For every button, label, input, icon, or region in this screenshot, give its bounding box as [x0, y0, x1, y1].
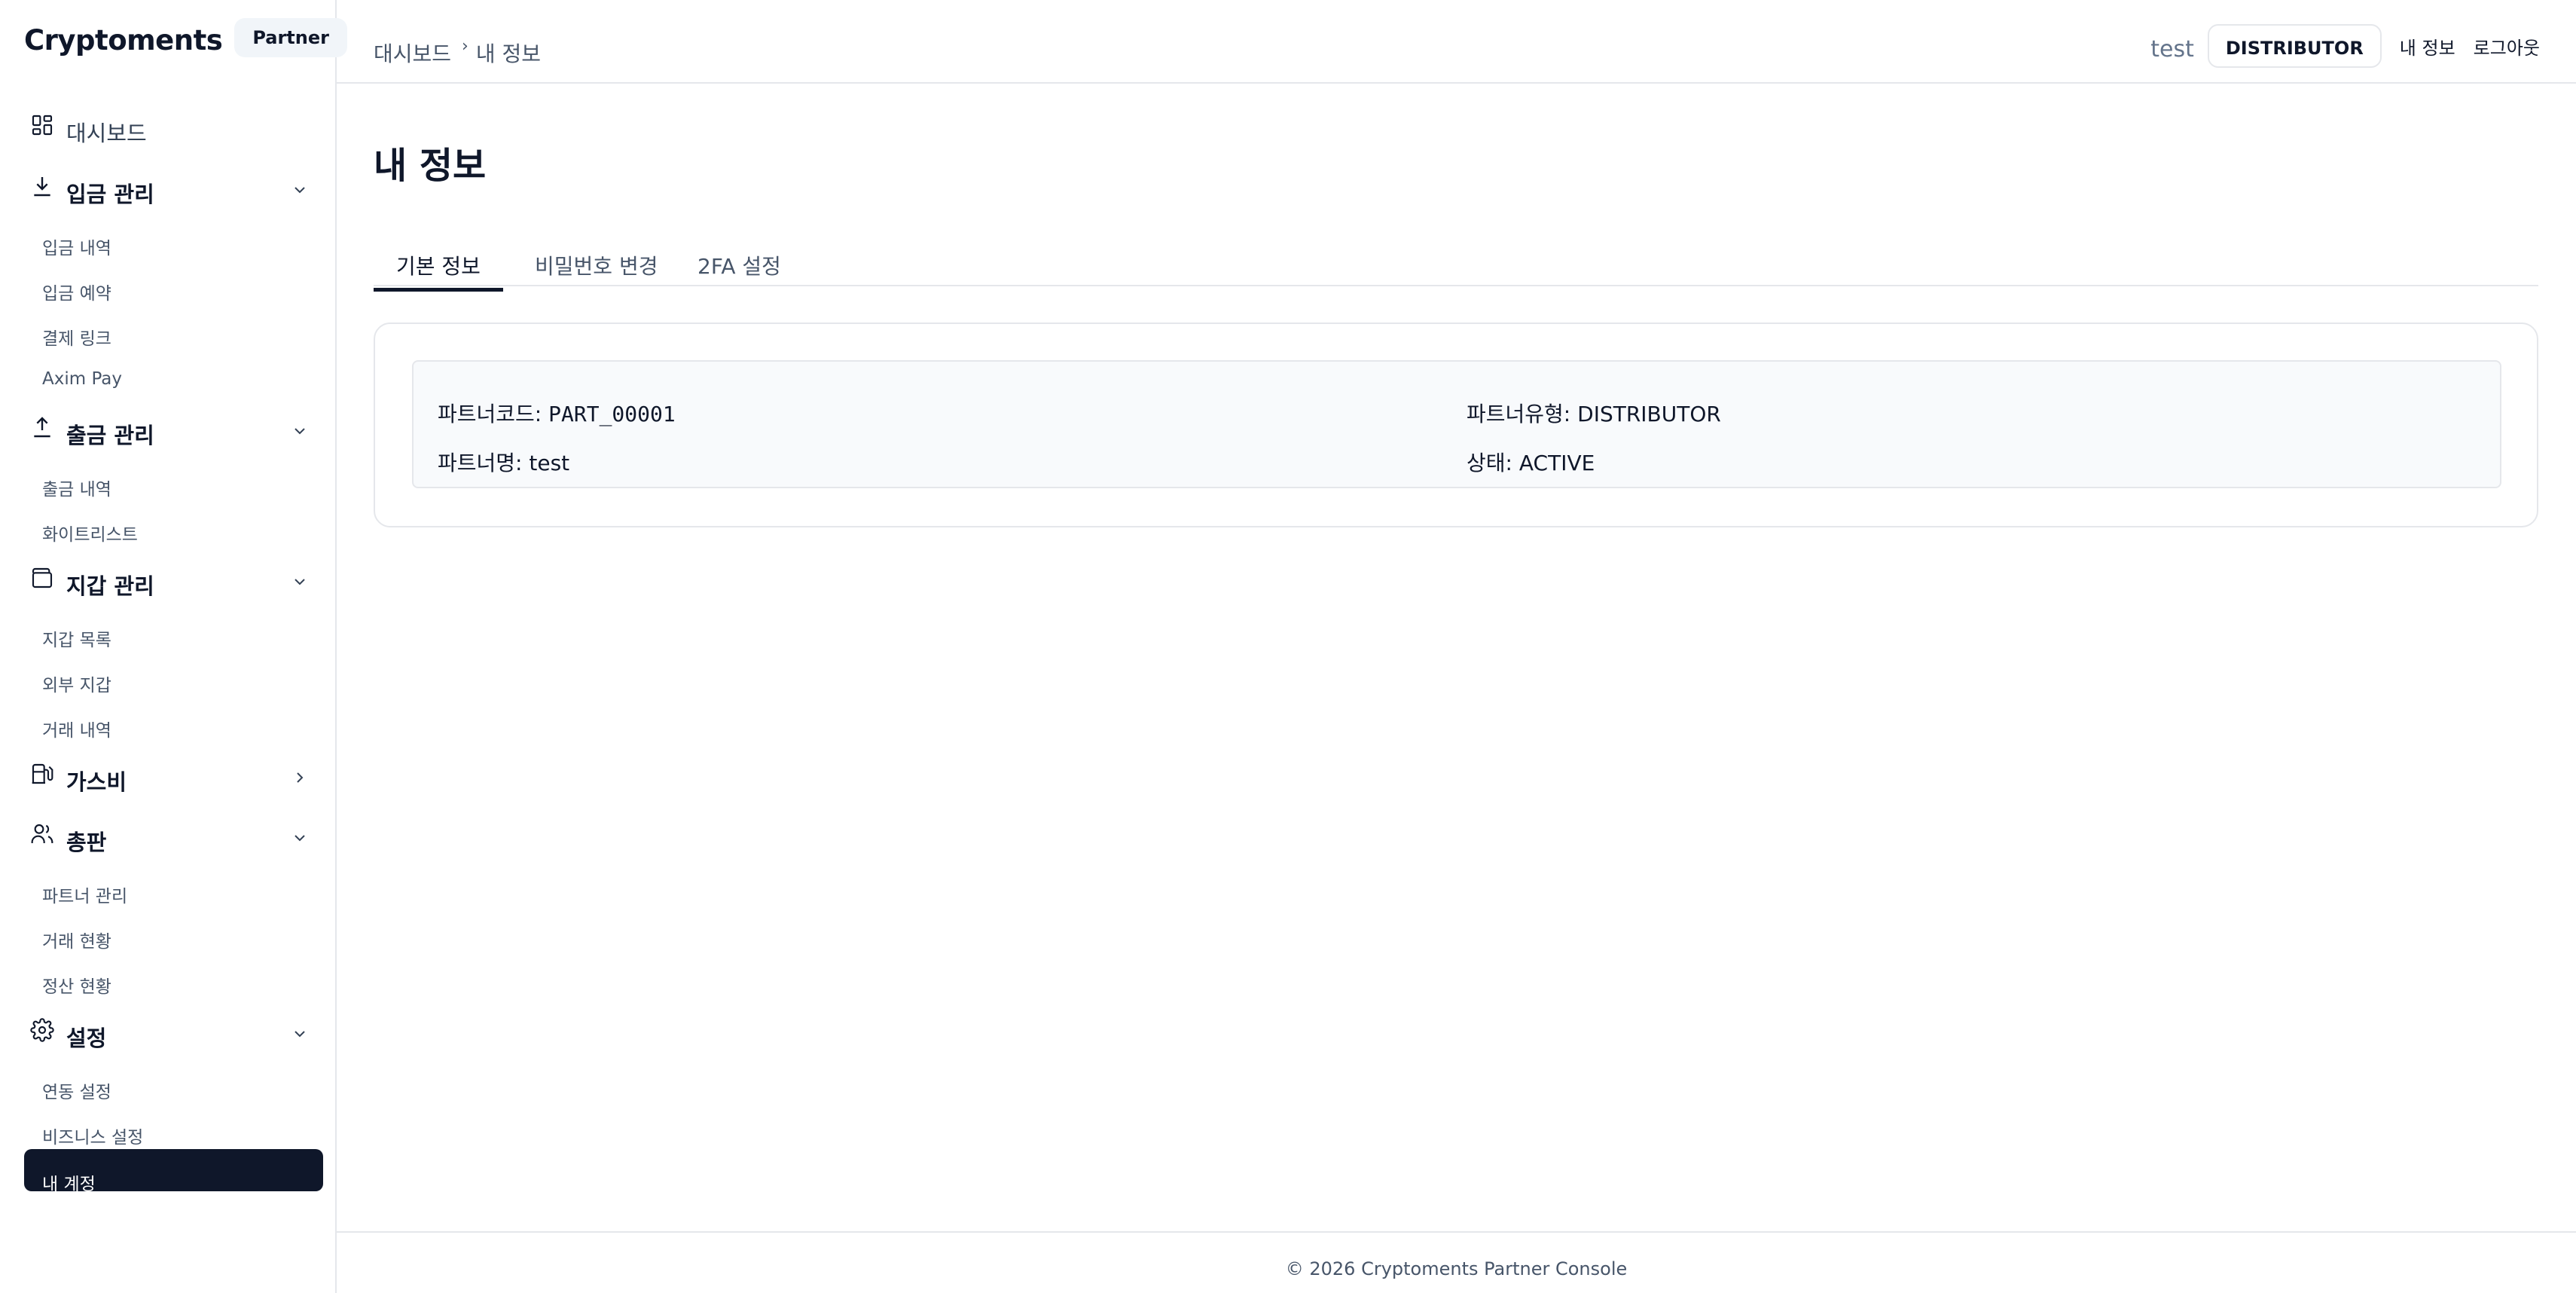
sidebar-item-integration-settings[interactable]: 연동 설정: [42, 1078, 111, 1103]
partner-type-value: DISTRIBUTOR: [1577, 402, 1721, 426]
partner-type-label: 파트너유형:: [1467, 402, 1571, 426]
dashboard-grid-icon: [32, 115, 53, 136]
footer: © 2026 Cryptoments Partner Console: [337, 1231, 2576, 1293]
footer-copyright: © 2026 Cryptoments Partner Console: [1285, 1258, 1628, 1279]
upload-icon: [34, 417, 50, 438]
status-value: ACTIVE: [1518, 451, 1595, 475]
chevron-down-icon: [295, 835, 305, 842]
tab-2fa-settings[interactable]: 2FA 설정: [697, 250, 781, 288]
sidebar-group-label: 설정: [66, 1026, 107, 1051]
partner-code-field: 파트너코드: PART_00001: [438, 398, 676, 428]
sidebar-group-label: 가스비: [66, 769, 127, 795]
wallet-icon: [32, 567, 53, 588]
sidebar-group-label: 출금 관리: [66, 423, 154, 448]
sidebar-group-deposit[interactable]: 입금 관리: [30, 170, 309, 216]
partner-name-label: 파트너명:: [438, 451, 523, 475]
chevron-down-icon: [295, 428, 305, 435]
gear-icon: [30, 1018, 54, 1042]
sidebar-group-label: 총판: [66, 830, 107, 855]
fuel-pump-icon: [32, 763, 53, 784]
sidebar-item-partner-management[interactable]: 파트너 관리: [42, 882, 127, 907]
sidebar-item-payment-link[interactable]: 결제 링크: [42, 324, 111, 350]
basic-info-card: 파트너코드: PART_00001 파트너유형: DISTRIBUTOR 파트너…: [374, 322, 2538, 527]
sidebar-item-external-wallet[interactable]: 외부 지갑: [42, 671, 111, 696]
breadcrumb-current: 내 정보: [475, 41, 542, 66]
download-icon: [34, 177, 50, 197]
main-content: 대시보드 › 내 정보 test DISTRIBUTOR 내 정보 로그아웃 내…: [337, 0, 2576, 1293]
page-title: 내 정보: [374, 145, 487, 187]
logout-link[interactable]: 로그아웃: [2474, 33, 2540, 60]
sidebar-item-transaction-status[interactable]: 거래 현황: [42, 927, 111, 952]
partner-badge: Partner: [234, 18, 347, 57]
chevron-right-icon: ›: [462, 36, 469, 56]
sidebar-item-label: 대시보드: [66, 121, 147, 146]
sidebar-group-withdrawal[interactable]: 출금 관리: [30, 411, 309, 457]
users-icon: [31, 824, 53, 843]
role-badge: DISTRIBUTOR: [2207, 24, 2382, 68]
chevron-down-icon: [295, 187, 305, 194]
sidebar-group-gas[interactable]: 가스비: [30, 758, 309, 803]
sidebar-item-settlement-status[interactable]: 정산 현황: [42, 972, 111, 998]
sidebar-item-deposit-reservation[interactable]: 입금 예약: [42, 279, 111, 304]
chevron-down-icon: [295, 579, 305, 585]
brand-name: Cryptoments: [24, 23, 223, 57]
basic-info-panel: 파트너코드: PART_00001 파트너유형: DISTRIBUTOR 파트너…: [412, 360, 2501, 488]
sidebar-item-axim-pay[interactable]: Axim Pay: [42, 369, 122, 389]
sidebar-item-wallet-list[interactable]: 지갑 목록: [42, 625, 111, 651]
top-header: 대시보드 › 내 정보 test DISTRIBUTOR 내 정보 로그아웃: [337, 0, 2576, 84]
brand: Cryptoments Partner: [24, 18, 347, 57]
app-root: Cryptoments Partner 대시보드 입금 관리 입금 내역 입금 …: [0, 0, 2576, 1293]
sidebar-group-label: 지갑 관리: [66, 573, 154, 599]
partner-type-field: 파트너유형: DISTRIBUTOR: [1467, 398, 1721, 428]
tab-change-password[interactable]: 비밀번호 변경: [535, 250, 658, 288]
partner-code-value: PART_00001: [548, 402, 676, 426]
sidebar-item-deposit-history[interactable]: 입금 내역: [42, 234, 111, 259]
tab-basic-info[interactable]: 기본 정보: [374, 250, 503, 292]
partner-name-field: 파트너명: test: [438, 447, 569, 477]
tab-bar: 기본 정보 비밀번호 변경 2FA 설정: [374, 250, 2538, 292]
chevron-down-icon: [295, 1031, 305, 1038]
sidebar-group-settings[interactable]: 설정: [30, 1014, 309, 1059]
sidebar-group-distributor[interactable]: 총판: [30, 818, 309, 864]
sidebar-item-transaction-history[interactable]: 거래 내역: [42, 716, 111, 741]
sidebar-group-label: 입금 관리: [66, 182, 154, 207]
sidebar-item-business-settings[interactable]: 비즈니스 설정: [42, 1123, 143, 1148]
partner-name-value: test: [529, 451, 570, 475]
sidebar-group-wallet[interactable]: 지갑 관리: [30, 562, 309, 607]
my-info-link[interactable]: 내 정보: [2400, 33, 2455, 60]
sidebar-item-my-account[interactable]: 내 계정: [42, 1169, 96, 1195]
partner-code-label: 파트너코드:: [438, 402, 542, 426]
status-label: 상태:: [1467, 451, 1512, 475]
chevron-right-icon: [297, 772, 304, 783]
breadcrumb: 대시보드 › 내 정보: [374, 36, 542, 68]
sidebar-item-whitelist[interactable]: 화이트리스트: [42, 520, 138, 546]
current-user: test: [2150, 35, 2194, 63]
sidebar: Cryptoments Partner 대시보드 입금 관리 입금 내역 입금 …: [0, 0, 347, 1293]
breadcrumb-dashboard[interactable]: 대시보드: [374, 38, 451, 68]
sidebar-item-dashboard[interactable]: 대시보드: [30, 109, 309, 154]
header-actions: test DISTRIBUTOR 내 정보 로그아웃: [2150, 24, 2540, 68]
status-field: 상태: ACTIVE: [1467, 447, 1595, 477]
sidebar-item-withdrawal-history[interactable]: 출금 내역: [42, 475, 111, 500]
